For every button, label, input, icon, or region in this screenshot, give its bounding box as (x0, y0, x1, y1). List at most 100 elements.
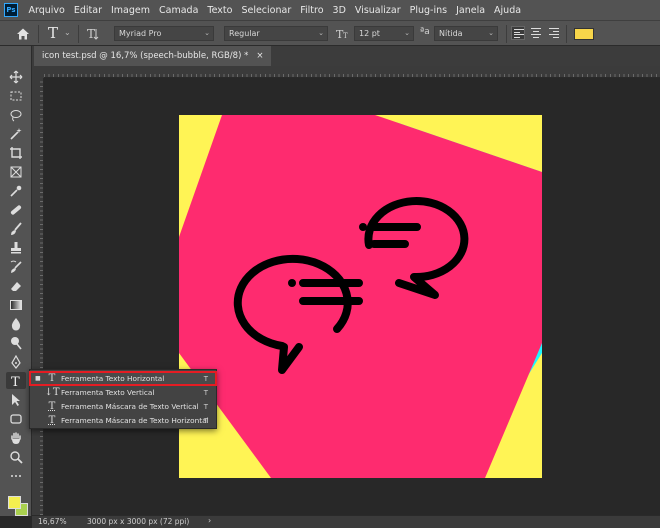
chevron-down-icon: ⌄ (404, 29, 410, 37)
separator (506, 25, 507, 43)
menu-texto[interactable]: Texto (203, 5, 237, 16)
frame-tool[interactable] (6, 163, 26, 180)
flyout-item-label: Ferramenta Máscara de Texto Vertical (61, 402, 199, 411)
home-icon[interactable] (16, 27, 30, 41)
flyout-item-shortcut: T (203, 374, 208, 383)
flyout-item-shortcut: T (203, 416, 208, 425)
rectangle-icon (10, 413, 22, 424)
crop-tool[interactable] (6, 144, 26, 161)
status-bar: 16,67% 3000 px x 3000 px (72 ppi) › (32, 515, 660, 528)
shape-tool[interactable] (6, 410, 26, 427)
document-size-info[interactable]: 3000 px x 3000 px (72 ppi) (87, 517, 189, 526)
flyout-item-shortcut: T (203, 388, 208, 397)
menu-janela[interactable]: Janela (452, 5, 490, 16)
antialias-select[interactable]: Nítida ⌄ (434, 26, 498, 41)
document-tab[interactable]: icon test.psd @ 16,7% (speech-bubble, RG… (34, 46, 272, 66)
align-center-button[interactable] (529, 26, 543, 40)
magnifier-icon (10, 450, 23, 464)
separator (38, 25, 39, 43)
arrow-pointer-icon (12, 393, 20, 406)
font-style-select[interactable]: Regular ⌄ (224, 26, 328, 41)
marquee-tool[interactable] (6, 87, 26, 104)
options-bar: T ⌄ T Myriad Pro ⌄ Regular ⌄ T T 12 pt ⌄ ªa… (0, 20, 660, 46)
dodge-tool[interactable] (6, 334, 26, 351)
text-orientation-icon[interactable]: T (86, 26, 101, 41)
menu-filtro[interactable]: Filtro (296, 5, 328, 16)
document-canvas[interactable] (179, 115, 542, 478)
brush-icon (11, 221, 22, 235)
text-color-swatch[interactable] (574, 28, 594, 40)
menu-arquivo[interactable]: Arquivo (24, 5, 69, 16)
path-selection-tool[interactable] (6, 391, 26, 408)
font-family-select[interactable]: Myriad Pro ⌄ (114, 26, 214, 41)
close-icon[interactable]: × (256, 51, 263, 61)
menu-bar: Ps Arquivo Editar Imagem Camada Texto Se… (0, 0, 660, 20)
menu-plugins[interactable]: Plug-ins (405, 5, 451, 16)
svg-text:T: T (11, 375, 20, 388)
zoom-tool[interactable] (6, 448, 26, 465)
align-left-button[interactable] (511, 26, 525, 40)
move-icon (9, 70, 23, 83)
align-right-button[interactable] (547, 26, 561, 40)
flyout-item-vertical-type[interactable]: ↓T Ferramenta Texto Vertical T (30, 386, 216, 399)
clone-stamp-tool[interactable] (6, 239, 26, 256)
chevron-down-icon: ⌄ (488, 29, 494, 37)
font-style-value: Regular (229, 29, 260, 38)
vertical-ruler[interactable] (32, 78, 44, 515)
pink-shape (179, 115, 542, 478)
menu-editar[interactable]: Editar (69, 5, 106, 16)
flyout-item-horizontal-type[interactable]: ■ T Ferramenta Texto Horizontal T (29, 371, 217, 386)
document-tab-title: icon test.psd @ 16,7% (speech-bubble, RG… (42, 51, 249, 61)
font-size-select[interactable]: 12 pt ⌄ (354, 26, 414, 41)
eyedropper-icon (10, 185, 22, 197)
menu-visualizar[interactable]: Visualizar (350, 5, 405, 16)
type-tool-preset-icon[interactable]: T (48, 24, 58, 42)
magic-wand-tool[interactable] (6, 125, 26, 142)
blur-tool[interactable] (6, 315, 26, 332)
horizontal-ruler[interactable] (44, 66, 660, 78)
selected-bullet-icon: ■ (35, 375, 41, 382)
type-tool[interactable]: T (6, 372, 26, 389)
more-tools-button[interactable] (6, 467, 26, 484)
horizontal-type-mask-icon: T (48, 415, 56, 426)
menu-3d[interactable]: 3D (328, 5, 350, 16)
chevron-right-icon[interactable]: › (208, 516, 211, 525)
chevron-down-icon[interactable]: ⌄ (64, 28, 71, 37)
history-brush-tool[interactable] (6, 258, 26, 275)
type-tool-flyout-menu: ■ T Ferramenta Texto Horizontal T ↓T Fer… (29, 369, 217, 429)
healing-brush-tool[interactable] (6, 201, 26, 218)
flyout-item-label: Ferramenta Texto Vertical (61, 388, 155, 397)
eyedropper-tool[interactable] (6, 182, 26, 199)
lasso-tool[interactable] (6, 106, 26, 123)
gradient-tool[interactable] (6, 296, 26, 313)
pen-tool[interactable] (6, 353, 26, 370)
foreground-color-swatch[interactable] (8, 496, 21, 509)
vertical-type-icon: ↓T (44, 387, 60, 398)
menu-selecionar[interactable]: Selecionar (237, 5, 296, 16)
type-icon: T (11, 375, 20, 388)
gradient-icon (10, 299, 22, 310)
separator (566, 25, 567, 43)
eraser-tool[interactable] (6, 277, 26, 294)
menu-ajuda[interactable]: Ajuda (490, 5, 526, 16)
flyout-item-vertical-type-mask[interactable]: T Ferramenta Máscara de Texto Vertical T (30, 400, 216, 413)
photoshop-logo: Ps (4, 3, 18, 17)
magic-wand-icon (10, 127, 22, 140)
brush-tool[interactable] (6, 220, 26, 237)
menu-camada[interactable]: Camada (155, 5, 203, 16)
svg-text:T: T (343, 32, 348, 40)
ruler-origin[interactable] (32, 66, 44, 78)
chevron-down-icon: ⌄ (318, 29, 324, 37)
ellipsis-icon (11, 474, 21, 477)
flyout-item-horizontal-type-mask[interactable]: T Ferramenta Máscara de Texto Horizontal… (30, 414, 216, 427)
marquee-icon (10, 91, 22, 100)
tools-panel: T (0, 46, 32, 516)
artwork (179, 115, 542, 478)
front-bubble-dot (288, 279, 296, 287)
hand-tool[interactable] (6, 429, 26, 446)
bandage-icon (10, 204, 22, 215)
move-tool[interactable] (6, 68, 26, 85)
document-tab-bar: icon test.psd @ 16,7% (speech-bubble, RG… (32, 46, 660, 66)
menu-imagem[interactable]: Imagem (107, 5, 155, 16)
zoom-level[interactable]: 16,67% (38, 517, 67, 526)
